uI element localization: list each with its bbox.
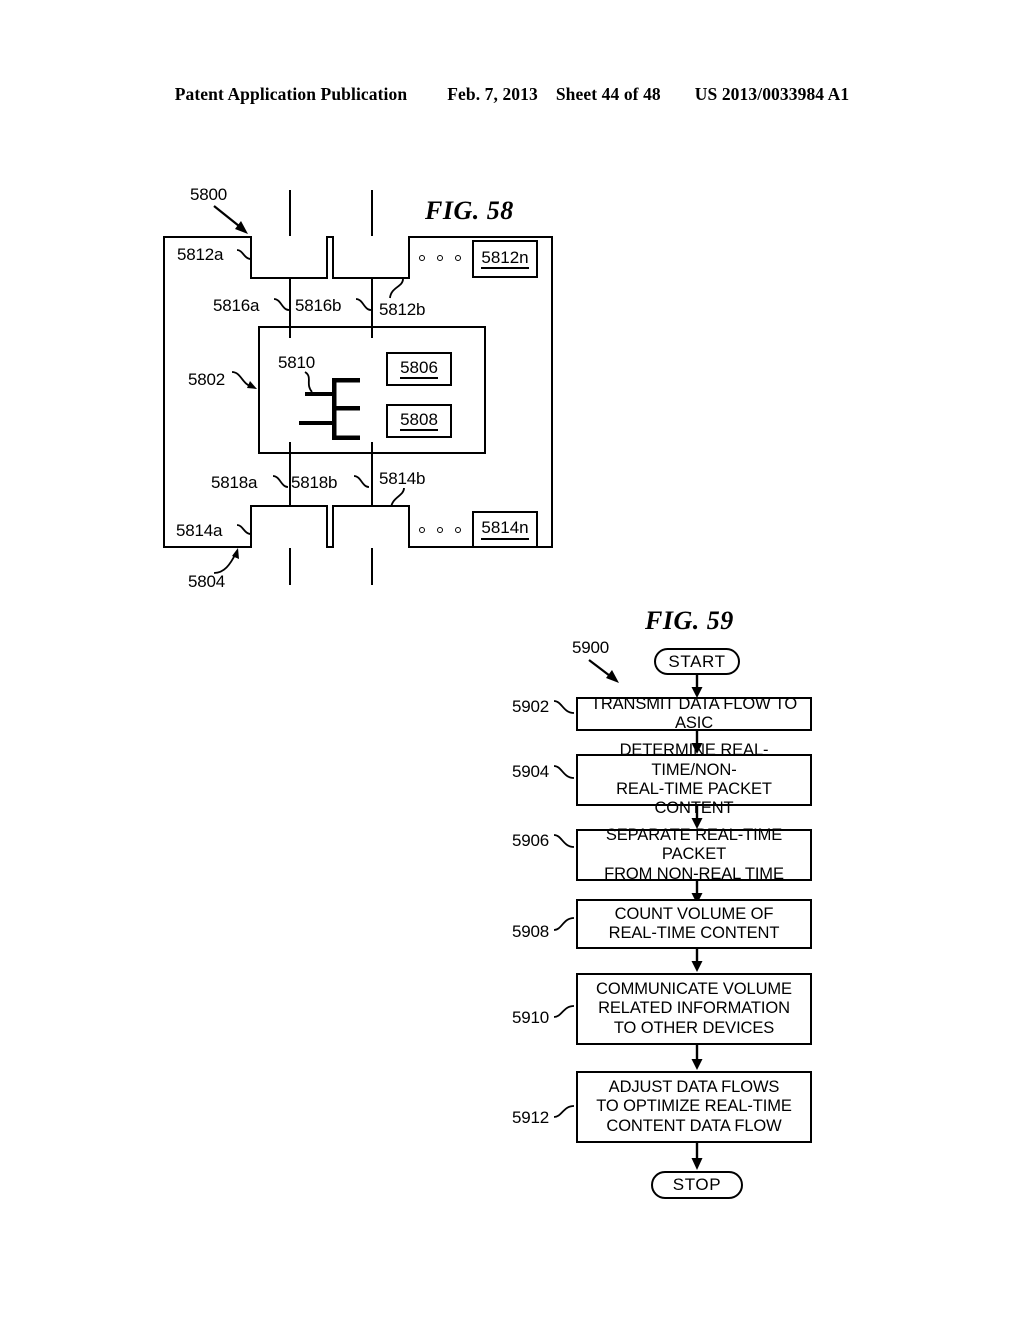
process-box-5902-line-1: TRANSMIT DATA FLOW TO ASIC <box>590 694 798 732</box>
process-box-5904-line-1: DETERMINE REAL-TIME/NON- <box>619 741 769 779</box>
arrow-5910-to-5912 <box>691 1045 703 1070</box>
ref-5912: 5912 <box>512 1108 550 1127</box>
process-box-5902: TRANSMIT DATA FLOW TO ASIC <box>576 694 812 732</box>
ref-5908: 5908 <box>512 922 550 941</box>
lead-line-5906 <box>553 834 575 848</box>
process-box-5910-line-1: COMMUNICATE VOLUME <box>596 979 792 998</box>
lead-line-5902 <box>553 700 575 714</box>
process-box-5910: COMMUNICATE VOLUME RELATED INFORMATION T… <box>576 973 812 1045</box>
process-box-5912: ADJUST DATA FLOWS TO OPTIMIZE REAL-TIME … <box>576 1071 812 1143</box>
ref-5906: 5906 <box>512 831 550 850</box>
ref-5902: 5902 <box>512 697 550 716</box>
process-box-5906-line-1: SEPARATE REAL-TIME PACKET <box>605 825 783 864</box>
process-box-5908: COUNT VOLUME OF REAL-TIME CONTENT <box>576 899 812 949</box>
arrow-5908-to-5910 <box>691 949 703 972</box>
stop-terminator-label: STOP <box>672 1175 722 1194</box>
lead-line-5912 <box>553 1105 575 1118</box>
arrow-5912-to-stop <box>691 1143 703 1170</box>
start-terminator-label: START <box>668 651 726 671</box>
ref-5900: 5900 <box>572 638 610 657</box>
stop-terminator: STOP <box>651 1171 743 1199</box>
figure-59-title: FIG. 59 <box>645 606 734 635</box>
process-box-5906: SEPARATE REAL-TIME PACKET FROM NON-REAL … <box>576 825 812 883</box>
lead-line-5900 <box>588 659 619 683</box>
process-box-5910-line-2: RELATED INFORMATION <box>598 999 790 1018</box>
lead-line-5910 <box>553 1005 575 1018</box>
start-terminator: START <box>654 648 740 675</box>
ref-5910: 5910 <box>512 1008 550 1027</box>
process-box-5908-line-2: REAL-TIME CONTENT <box>608 924 780 942</box>
lead-line-5908 <box>553 917 575 931</box>
ref-5904: 5904 <box>512 762 550 781</box>
process-box-5912-line-1: ADJUST DATA FLOWS <box>608 1077 780 1096</box>
process-box-5908-line-1: COUNT VOLUME OF <box>614 904 774 923</box>
process-box-5904: DETERMINE REAL-TIME/NON- REAL-TIME PACKE… <box>576 741 812 817</box>
process-box-5912-line-2: TO OPTIMIZE REAL-TIME <box>596 1097 792 1116</box>
figure-59: FIG. 59 5900 START TRANSMIT DATA FLOW TO… <box>0 0 1024 1320</box>
lead-line-5904 <box>553 765 575 779</box>
process-box-5910-line-3: TO OTHER DEVICES <box>613 1018 775 1037</box>
process-box-5912-line-3: CONTENT DATA FLOW <box>606 1116 782 1135</box>
